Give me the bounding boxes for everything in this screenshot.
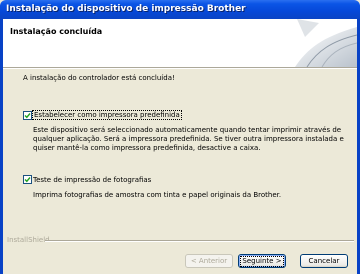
window-title: Instalação do dispositivo de impressão B… <box>6 4 246 14</box>
header-graphic-icon <box>295 19 357 67</box>
default-printer-description-line: quiser mantê-la como impressora predefin… <box>33 144 261 152</box>
default-printer-description-line: qualquer aplicação. Será a impressora pr… <box>33 135 344 143</box>
checkmark-icon <box>24 113 31 119</box>
photo-test-print-description: Imprima fotografias de amostra com tinta… <box>33 191 282 199</box>
next-button[interactable]: Seguinte > <box>238 254 286 268</box>
cancel-button[interactable]: Cancelar <box>300 254 348 268</box>
set-default-printer-checkbox[interactable] <box>23 111 32 120</box>
next-button-label: Seguinte > <box>240 256 284 267</box>
installation-complete-text: A instalação do controlador está concluí… <box>23 74 175 82</box>
installshield-brand: InstallShield <box>7 236 50 244</box>
title-bar[interactable]: Instalação do dispositivo de impressão B… <box>0 0 360 19</box>
back-button-label: < Anterior <box>190 257 228 265</box>
default-printer-description-line: Este dispositivo será seleccionado autom… <box>33 126 342 134</box>
back-button[interactable]: < Anterior <box>185 254 233 268</box>
photo-test-print-label[interactable]: Teste de impressão de fotografias <box>33 176 151 184</box>
cancel-button-label: Cancelar <box>308 257 340 265</box>
set-default-printer-label[interactable]: Estabelecer como impressora predefinida <box>32 110 182 120</box>
header-separator <box>3 67 357 69</box>
set-default-printer-label-text: Estabelecer como impressora predefinida <box>32 110 182 120</box>
wizard-header: Instalação concluída <box>3 19 357 67</box>
footer-separator <box>45 240 354 242</box>
default-printer-description: Este dispositivo será seleccionado autom… <box>33 126 344 153</box>
checkmark-icon <box>24 177 31 183</box>
photo-test-print-checkbox[interactable] <box>23 175 32 184</box>
page-heading: Instalação concluída <box>10 27 103 36</box>
